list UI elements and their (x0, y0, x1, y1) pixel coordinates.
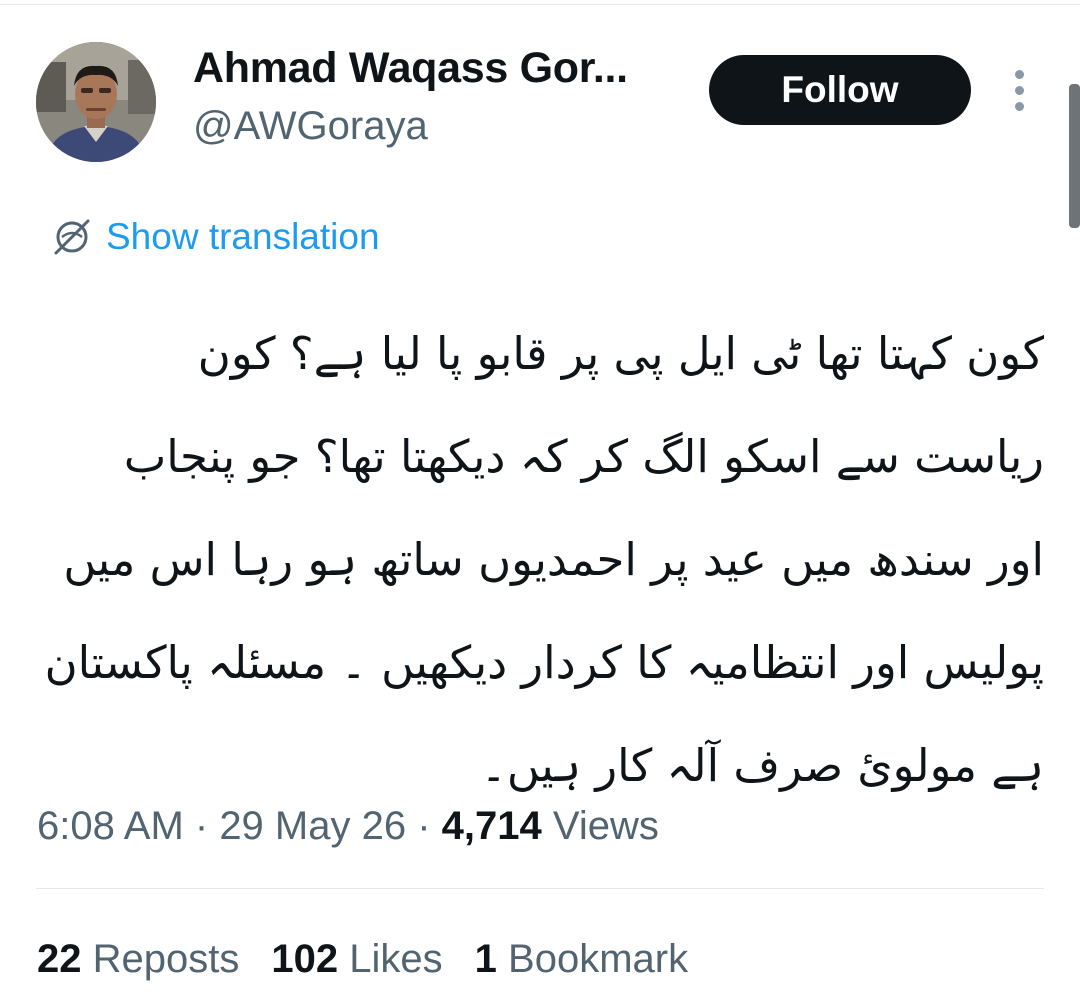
more-options-button[interactable] (1004, 68, 1036, 114)
tweet-text: کون کہتا تھا ٹی ایل پی پر قابو پا لیا ہے… (34, 302, 1044, 817)
vertical-ellipsis-dot (1015, 102, 1024, 111)
top-divider (0, 4, 1080, 5)
tweet-text-line: پولیس اور انتظامیہ کا کردار دیکھیں ۔ مسئ… (44, 636, 1044, 689)
reposts-link[interactable]: 22 Reposts (37, 937, 239, 981)
tweet-text-line: ہے مولوئ صرف آلہ کار ہیں۔ (480, 739, 1045, 792)
bookmarks-label: Bookmark (508, 937, 689, 981)
show-translation-link[interactable]: Show translation (50, 212, 380, 262)
likes-link[interactable]: 102 Likes (271, 937, 442, 981)
follow-button-label: Follow (781, 69, 899, 110)
bookmarks-link[interactable]: 1 Bookmark (475, 937, 688, 981)
avatar-photo (36, 42, 156, 162)
globe-slash-icon (54, 219, 90, 255)
engagement-stats: 22 Reposts 102 Likes 1 Bookmark (37, 937, 720, 982)
vertical-ellipsis-icon (1015, 70, 1024, 79)
views-count: 4,714 (441, 804, 542, 848)
tweet-text-line: کون کہتا تھا ٹی ایل پی پر قابو پا لیا ہے… (197, 327, 1044, 380)
avatar[interactable] (36, 42, 156, 162)
meta-separator: · (183, 804, 220, 848)
bookmarks-count: 1 (474, 937, 497, 981)
views-label: Views (552, 804, 659, 848)
stats-divider (36, 888, 1044, 889)
tweet-meta: 6:08 AM · 29 May 26 · 4,714 Views (37, 804, 659, 849)
meta-separator: · (406, 804, 442, 848)
reposts-label: Reposts (92, 937, 240, 981)
vertical-ellipsis-dot (1015, 86, 1024, 95)
tweet-text-line: ریاست سے اسکو الگ کر کہ دیکھتا تھا؟ جو پ… (123, 430, 1044, 483)
scrollbar-thumb[interactable] (1069, 84, 1080, 228)
tweet-date[interactable]: 29 May 26 (219, 804, 406, 848)
tweet-time[interactable]: 6:08 AM (37, 804, 184, 848)
likes-count: 102 (271, 937, 339, 981)
likes-label: Likes (349, 937, 443, 981)
tweet-text-line: اور سندھ میں عید پر احمدیوں ساتھ ہو رہا … (63, 533, 1044, 586)
display-name[interactable]: Ahmad Waqass Gor... (193, 44, 628, 93)
user-handle[interactable]: @AWGoraya (193, 104, 428, 149)
show-translation-label: Show translation (106, 216, 380, 257)
follow-button[interactable]: Follow (709, 55, 971, 125)
reposts-count: 22 (37, 937, 82, 981)
